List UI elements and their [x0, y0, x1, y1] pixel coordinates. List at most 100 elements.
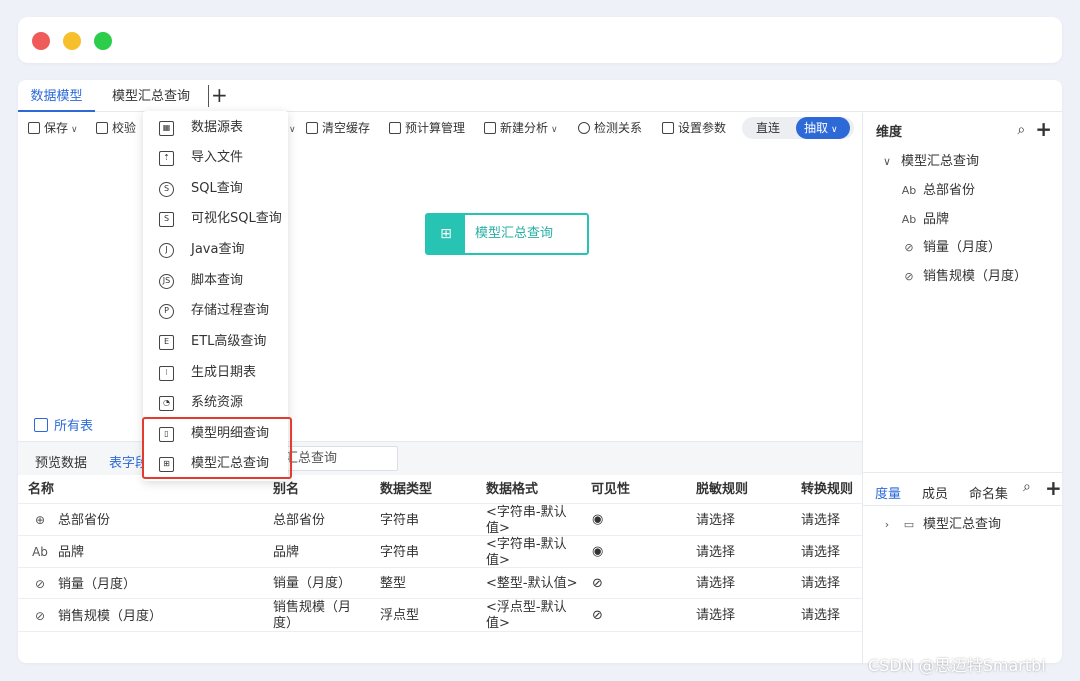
row-convert-select[interactable]: 请选择: [801, 576, 840, 592]
menu-item-label: 存储过程查询: [191, 303, 270, 318]
row-alias[interactable]: 总部省份: [273, 513, 325, 529]
new-analysis-button[interactable]: 新建分析 ∨: [484, 119, 558, 137]
menu-item-date-table[interactable]: ⁝ 生成日期表: [143, 358, 288, 388]
precompute-button[interactable]: 预计算管理: [389, 119, 465, 137]
dimension-item-label: 销量（月度）: [923, 240, 1002, 255]
close-window-button[interactable]: [32, 32, 50, 50]
row-format[interactable]: <字符串-默认值>: [486, 537, 576, 569]
dimension-item-label: 品牌: [923, 212, 950, 227]
new-analysis-icon: [484, 122, 496, 134]
etl-icon: E: [159, 335, 174, 350]
add-icon[interactable]: +: [1035, 117, 1052, 141]
all-tables-button[interactable]: 所有表: [34, 415, 93, 434]
import-file-icon: ⇡: [159, 151, 174, 166]
row-mask-select[interactable]: 请选择: [696, 545, 735, 561]
table-icon: ▦: [159, 121, 174, 136]
tab-member[interactable]: 成员: [922, 483, 948, 502]
save-button[interactable]: 保存 ∨: [28, 119, 78, 137]
row-mask-select[interactable]: 请选择: [696, 608, 735, 624]
row-format[interactable]: <字符串-默认值>: [486, 505, 576, 537]
dimension-item[interactable]: Ab 总部省份: [901, 179, 975, 198]
eye-icon[interactable]: ◉: [592, 544, 603, 560]
menu-item-etl-query[interactable]: E ETL高级查询: [143, 327, 288, 357]
all-tables-label: 所有表: [54, 419, 94, 434]
menu-item-label: 可视化SQL查询: [191, 211, 282, 226]
set-params-icon: [662, 122, 674, 134]
menu-item-import-file[interactable]: ⇡ 导入文件: [143, 143, 288, 173]
row-format[interactable]: <浮点型-默认值>: [486, 600, 576, 632]
row-convert-select[interactable]: 请选择: [801, 545, 840, 561]
highlight-box: [142, 417, 292, 479]
validate-label: 校验: [112, 121, 137, 135]
field-search-input[interactable]: 汇总查询: [280, 446, 398, 471]
table-row[interactable]: ⊘ 销量（月度） 销量（月度） 整型 <整型-默认值> ⊘ 请选择 请选择: [18, 568, 862, 599]
row-alias[interactable]: 销量（月度）: [273, 576, 351, 592]
add-icon[interactable]: +: [1045, 476, 1062, 500]
set-params-button[interactable]: 设置参数: [662, 119, 726, 137]
header-alias: 别名: [273, 482, 300, 497]
dimension-tree-root[interactable]: ∨ 模型汇总查询: [879, 150, 979, 169]
table-row[interactable]: ⊘ 销售规模（月度） 销售规模（月度） 浮点型 <浮点型-默认值> ⊘ 请选择 请…: [18, 599, 862, 632]
new-analysis-label: 新建分析: [500, 121, 549, 135]
row-alias[interactable]: 品牌: [273, 545, 299, 561]
table-row[interactable]: Ab 品牌 品牌 字符串 <字符串-默认值> ◉ 请选择 请选择: [18, 536, 862, 568]
row-convert-select[interactable]: 请选择: [801, 513, 840, 529]
dimension-title: 维度: [876, 125, 903, 140]
menu-item-procedure-query[interactable]: P 存储过程查询: [143, 296, 288, 326]
header-type: 数据类型: [380, 482, 433, 497]
clear-cache-label: 清空缓存: [322, 121, 371, 135]
row-name: 总部省份: [58, 513, 111, 528]
minimize-window-button[interactable]: [63, 32, 81, 50]
detect-relations-button[interactable]: 检测关系: [578, 119, 642, 137]
row-type[interactable]: 浮点型: [380, 608, 419, 624]
set-params-label: 设置参数: [678, 121, 727, 135]
row-name-cell: ⊕ 总部省份: [32, 512, 110, 529]
eye-icon[interactable]: ◉: [592, 512, 603, 528]
tab-model-summary-query[interactable]: 模型汇总查询: [100, 80, 202, 112]
menu-item-java-query[interactable]: J Java查询: [143, 235, 288, 265]
row-format[interactable]: <整型-默认值>: [486, 576, 577, 592]
measure-tree-root[interactable]: › ▭ 模型汇总查询: [879, 513, 1001, 532]
row-name-cell: ⊘ 销量（月度）: [32, 576, 136, 593]
menu-item-sql-query[interactable]: S SQL查询: [143, 174, 288, 204]
table-row[interactable]: ⊕ 总部省份 总部省份 字符串 <字符串-默认值> ◉ 请选择 请选择: [18, 504, 862, 536]
validate-button[interactable]: 校验: [96, 119, 136, 137]
connection-mode-toggle[interactable]: 直连 抽取 ∨: [742, 117, 854, 139]
maximize-window-button[interactable]: [94, 32, 112, 50]
menu-item-label: SQL查询: [191, 181, 243, 196]
header-mask-rule: 脱敏规则: [696, 482, 749, 497]
text-icon: Ab: [901, 184, 917, 197]
tab-data-model[interactable]: 数据模型: [18, 80, 95, 112]
mode-direct-option[interactable]: 直连: [756, 119, 780, 137]
menu-item-script-query[interactable]: JS 脚本查询: [143, 266, 288, 296]
tab-measure[interactable]: 度量: [875, 483, 901, 502]
menu-item-datasource-table[interactable]: ▦ 数据源表: [143, 113, 288, 143]
row-mask-select[interactable]: 请选择: [696, 513, 735, 529]
tab-named-set[interactable]: 命名集: [969, 483, 1008, 502]
dimension-item[interactable]: Ab 品牌: [901, 208, 949, 227]
search-icon[interactable]: ⌕: [1023, 479, 1031, 495]
chevron-down-icon: ∨: [831, 125, 838, 135]
menu-item-visual-sql-query[interactable]: S 可视化SQL查询: [143, 204, 288, 234]
eye-off-icon[interactable]: ⊘: [592, 576, 603, 592]
row-convert-select[interactable]: 请选择: [801, 608, 840, 624]
add-tab-button[interactable]: +: [208, 85, 228, 107]
menu-item-system-resource[interactable]: ◔ 系统资源: [143, 388, 288, 418]
row-type[interactable]: 字符串: [380, 513, 419, 529]
row-type[interactable]: 整型: [380, 576, 406, 592]
model-node[interactable]: ⊞ 模型汇总查询: [425, 213, 589, 255]
mode-extract-option[interactable]: 抽取 ∨: [796, 117, 850, 139]
dimension-item[interactable]: ⊘ 销售规模（月度）: [901, 265, 1027, 284]
dimension-item[interactable]: ⊘ 销量（月度）: [901, 236, 1001, 255]
eye-off-icon[interactable]: ⊘: [592, 608, 603, 624]
clear-cache-button[interactable]: 清空缓存: [306, 119, 370, 137]
tab-preview-data[interactable]: 预览数据: [35, 452, 87, 471]
measure-icon: ⊘: [904, 241, 914, 254]
row-type[interactable]: 字符串: [380, 545, 419, 561]
chevron-right-icon: ›: [884, 518, 890, 531]
visual-sql-icon: S: [159, 212, 174, 227]
menu-item-label: 生成日期表: [191, 365, 257, 380]
search-icon[interactable]: ⌕: [1017, 122, 1025, 138]
row-alias[interactable]: 销售规模（月度）: [273, 600, 361, 632]
row-mask-select[interactable]: 请选择: [696, 576, 735, 592]
